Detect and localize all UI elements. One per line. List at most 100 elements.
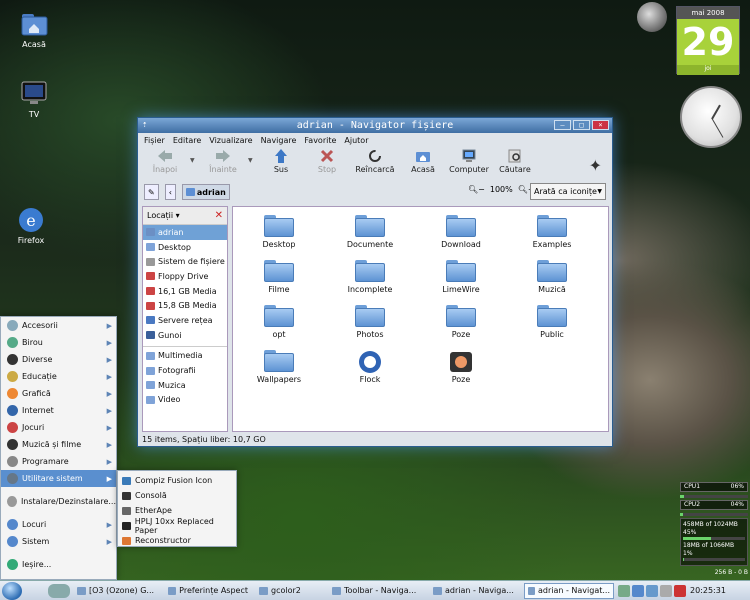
start-menu-item-jocuri[interactable]: Jocuri ▶	[1, 419, 116, 436]
keyboard-layout-icon[interactable]	[674, 584, 686, 597]
submenu-item-hplj-10xx-replaced-paper[interactable]: HPLJ 10xx Replaced Paper	[118, 517, 236, 535]
sidebar-item-gunoi[interactable]: Gunoi	[143, 328, 227, 343]
desktop-icon-home[interactable]: Acasă	[9, 10, 59, 49]
file-item-poze[interactable]: Poze	[421, 350, 501, 384]
file-item-desktop[interactable]: Desktop	[239, 215, 319, 249]
minimize-button[interactable]: –	[554, 120, 571, 130]
zoom-level[interactable]: 100%	[490, 185, 513, 194]
place-icon	[146, 243, 155, 252]
start-menu-item-educat-ie[interactable]: Educație ▶	[1, 368, 116, 385]
menu-view[interactable]: Vizualizare	[209, 136, 252, 145]
file-item-public[interactable]: Public	[512, 305, 592, 339]
file-item-filme[interactable]: Filme	[239, 260, 319, 294]
taskbar-task[interactable]: [O3 (Ozone) G...	[73, 583, 161, 599]
file-item-photos[interactable]: Photos	[330, 305, 410, 339]
start-menu-item-label: Sistem	[22, 537, 50, 546]
taskbar-task[interactable]: adrian - Navigat...	[524, 582, 614, 599]
sidebar-item-adrian[interactable]: adrian	[143, 225, 227, 240]
close-sidebar-icon[interactable]: ✕	[215, 210, 223, 221]
file-item-examples[interactable]: Examples	[512, 215, 592, 249]
start-menu-item-instalare-dezinstalare[interactable]: Instalare/Dezinstalare...	[1, 493, 116, 510]
stop-button[interactable]: Stop	[306, 147, 348, 174]
path-button-adrian[interactable]: adrian	[181, 184, 230, 200]
folder-icon	[537, 260, 567, 282]
menu-help[interactable]: Ajutor	[344, 136, 368, 145]
menu-file[interactable]: Fișier	[144, 136, 165, 145]
start-menu-item-grafica[interactable]: Grafică ▶	[1, 385, 116, 402]
window-titlebar[interactable]: ⇡ adrian - Navigator fișiere – □ ×	[138, 118, 612, 133]
start-menu-button[interactable]	[2, 581, 22, 600]
start-menu-item-accesorii[interactable]: Accesorii ▶	[1, 317, 116, 334]
place-icon	[146, 301, 155, 310]
taskbar-clock[interactable]: 20:25:31	[690, 586, 726, 595]
start-menu-item-ies-ire[interactable]: Ieșire...	[1, 556, 116, 573]
close-button[interactable]: ×	[592, 120, 609, 130]
file-item-download[interactable]: Download	[421, 215, 501, 249]
sidebar-bookmark-multimedia[interactable]: Multimedia	[143, 349, 227, 364]
window-menu-icon[interactable]: ⇡	[142, 118, 147, 133]
zoom-out-icon[interactable]: 🔍︎−	[468, 185, 485, 194]
taskbar-task[interactable]: gcolor2	[255, 583, 325, 599]
file-item-muzica[interactable]: Muzică	[512, 260, 592, 294]
sidebar-item-sistem-de-fis-iere[interactable]: Sistem de fișiere	[143, 254, 227, 269]
forward-button[interactable]: Înainte	[202, 147, 244, 174]
view-mode-select[interactable]: Arată ca iconițe ▼	[530, 183, 606, 200]
forward-arrow-icon	[202, 147, 244, 165]
start-menu-item-programare[interactable]: Programare ▶	[1, 453, 116, 470]
reload-button[interactable]: Reîncarcă	[352, 147, 398, 174]
back-history-chevron-icon[interactable]: ▼	[190, 147, 198, 164]
up-button[interactable]: Sus	[260, 147, 302, 174]
sidebar-item-floppy-drive[interactable]: Floppy Drive	[143, 269, 227, 284]
quicklaunch-icon[interactable]	[48, 583, 70, 598]
file-item-incomplete[interactable]: Incomplete	[330, 260, 410, 294]
file-item-opt[interactable]: opt	[239, 305, 319, 339]
taskbar-task[interactable]: adrian - Naviga...	[429, 583, 521, 599]
search-button[interactable]: Căutare	[494, 147, 536, 174]
file-item-wallpapers[interactable]: Wallpapers	[239, 350, 319, 384]
menu-edit[interactable]: Editare	[173, 136, 201, 145]
start-menu-item-sistem[interactable]: Sistem ▶	[1, 533, 116, 550]
sidebar-bookmark-muzica[interactable]: Muzica	[143, 378, 227, 393]
submenu-item-reconstructor[interactable]: Reconstructor	[118, 533, 236, 548]
chevron-right-icon: ▶	[106, 372, 112, 381]
volume-icon[interactable]	[618, 584, 630, 597]
analog-clock-widget	[680, 86, 742, 148]
menu-bookmarks[interactable]: Favorite	[304, 136, 336, 145]
desktop-icon-firefox[interactable]: e Firefox	[6, 206, 56, 245]
home-button[interactable]: Acasă	[402, 147, 444, 174]
start-menu-item-muzica-s-i-filme[interactable]: Muzică și filme ▶	[1, 436, 116, 453]
file-item-poze[interactable]: Poze	[421, 305, 501, 339]
sidebar-selector[interactable]: Locații ▾	[147, 211, 180, 220]
sidebar-item-servere-ret-ea[interactable]: Servere rețea	[143, 313, 227, 328]
start-menu-item-label: Grafică	[22, 389, 51, 398]
start-menu-item-diverse[interactable]: Diverse ▶	[1, 351, 116, 368]
submenu-item-compiz-fusion-icon[interactable]: Compiz Fusion Icon	[118, 473, 236, 488]
computer-button[interactable]: Computer	[448, 147, 490, 174]
sidebar-item-desktop[interactable]: Desktop	[143, 240, 227, 255]
path-left-scroll-button[interactable]: ‹	[164, 184, 176, 200]
start-menu-item-birou[interactable]: Birou ▶	[1, 334, 116, 351]
toggle-location-entry-button[interactable]: ✎	[144, 184, 159, 200]
file-item-limewire[interactable]: LimeWire	[421, 260, 501, 294]
update-icon[interactable]	[646, 584, 658, 597]
sidebar-bookmark-video[interactable]: Video	[143, 393, 227, 408]
taskbar-task[interactable]: Toolbar - Naviga...	[328, 583, 426, 599]
forward-history-chevron-icon[interactable]: ▼	[248, 147, 256, 164]
menu-go[interactable]: Navigare	[261, 136, 297, 145]
back-button[interactable]: Înapoi	[144, 147, 186, 174]
submenu-item-consola[interactable]: Consolă	[118, 488, 236, 503]
sidebar-item-15-8-gb-media[interactable]: 15,8 GB Media	[143, 298, 227, 313]
system-tools-submenu: Compiz Fusion Icon Consolă EtherApe HPLJ 10…	[117, 470, 237, 547]
desktop-icon-tv[interactable]: TV	[9, 80, 59, 119]
sidebar-bookmark-fotografii[interactable]: Fotografii	[143, 363, 227, 378]
file-item-documente[interactable]: Documente	[330, 215, 410, 249]
file-item-flock[interactable]: Flock	[330, 350, 410, 384]
maximize-button[interactable]: □	[573, 120, 590, 130]
sidebar-item-16-1-gb-media[interactable]: 16,1 GB Media	[143, 284, 227, 299]
taskbar-task[interactable]: Preferințe Aspect	[164, 583, 252, 599]
start-menu-item-utilitare-sistem[interactable]: Utilitare sistem ▶	[1, 470, 116, 487]
start-menu-item-locuri[interactable]: Locuri ▶	[1, 516, 116, 533]
tray-app-icon[interactable]	[660, 584, 672, 597]
start-menu-item-internet[interactable]: Internet ▶	[1, 402, 116, 419]
network-icon[interactable]	[632, 584, 644, 597]
